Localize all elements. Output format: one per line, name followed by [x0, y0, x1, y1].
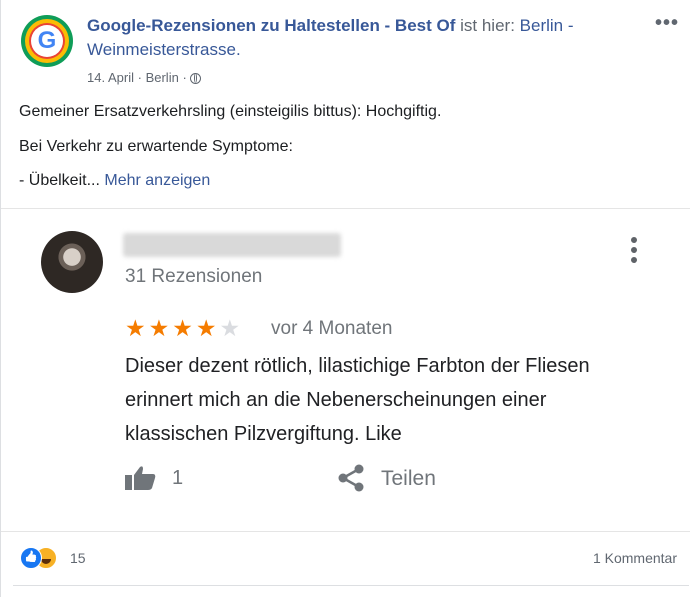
post-date[interactable]: 14. April [87, 70, 134, 85]
star-icon: ★ [195, 315, 220, 341]
review-screenshot[interactable]: 31 Rezensionen ★★★★★ vor 4 Monaten Diese… [1, 208, 690, 532]
post-header: Google-Rezensionen zu Haltestellen - Bes… [87, 14, 647, 62]
review-more-icon [631, 237, 641, 267]
show-more-link[interactable]: Mehr anzeigen [104, 172, 210, 189]
reviewer-name-redacted [123, 233, 341, 257]
divider [13, 585, 689, 586]
star-icon: ★ [172, 315, 196, 341]
star-icon: ★ [219, 315, 244, 341]
post-text-line: - Übelkeit... Mehr anzeigen [19, 172, 211, 189]
review-text: Dieser dezent rötlich, lilastichige Farb… [125, 355, 590, 445]
reaction-icons[interactable] [20, 547, 68, 569]
post-text-line: Gemeiner Ersatzverkehrsling (einsteigili… [19, 103, 442, 120]
page-name-link[interactable]: Google-Rezensionen zu Haltestellen - Bes… [87, 16, 455, 35]
thumbs-up-icon [125, 466, 156, 490]
is-here-text: ist hier: [460, 16, 515, 35]
reaction-count[interactable]: 15 [70, 550, 86, 566]
post-text-line: Bei Verkehr zu erwartende Symptome: [19, 138, 293, 155]
star-rating: ★★★★★ [125, 315, 243, 342]
post-place[interactable]: Berlin [146, 70, 179, 85]
share-icon [338, 464, 364, 492]
post-options-icon[interactable]: ••• [655, 12, 679, 35]
review-age: vor 4 Monaten [271, 318, 393, 339]
review-like-count: 1 [172, 467, 184, 489]
share-label: Teilen [381, 467, 436, 490]
facebook-post: G Google-Rezensionen zu Haltestellen - B… [0, 0, 690, 597]
public-globe-icon[interactable] [190, 73, 202, 84]
post-meta: 14. April · Berlin · [87, 70, 202, 85]
star-icon: ★ [148, 315, 173, 341]
comment-count-link[interactable]: 1 Kommentar [593, 550, 677, 566]
star-icon: ★ [125, 315, 149, 341]
reviewer-review-count: 31 Rezensionen [125, 266, 263, 287]
like-reaction-icon [20, 547, 42, 569]
google-logo-icon: G [31, 25, 63, 57]
reviewer-avatar [41, 231, 103, 293]
page-avatar[interactable]: G [21, 15, 73, 67]
